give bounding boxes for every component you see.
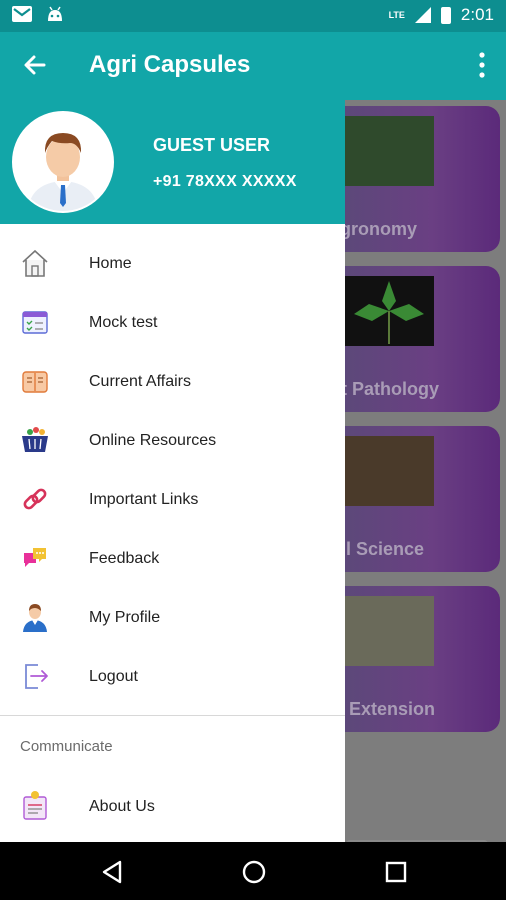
category-card[interactable]: nt Pathology — [330, 266, 500, 412]
online-resources-icon — [22, 427, 48, 452]
menu-item-label: Mock test — [89, 314, 158, 331]
back-arrow-icon[interactable] — [20, 50, 50, 80]
section-title-communicate: Communicate — [20, 738, 113, 755]
menu-item-label: Home — [89, 255, 132, 272]
avatar[interactable] — [12, 111, 114, 213]
soil-science-image — [344, 436, 434, 506]
about-us-icon — [23, 791, 47, 820]
category-label: gronomy — [340, 219, 418, 239]
menu-item-label: Logout — [89, 668, 138, 685]
menu-item-logout[interactable]: Logout — [0, 647, 345, 706]
navigation-drawer: GUEST USER +91 78XXX XXXXX Home Mock tes… — [0, 100, 345, 842]
menu-item-my-profile[interactable]: My Profile — [0, 588, 345, 647]
more-options-icon[interactable] — [478, 52, 486, 78]
menu-item-current-affairs[interactable]: Current Affairs — [0, 352, 345, 411]
menu-item-mock-test[interactable]: Mock test — [0, 293, 345, 352]
menu-item-label: Important Links — [89, 491, 199, 508]
app-bar: Agri Capsules — [0, 32, 506, 100]
menu-item-label: My Profile — [89, 609, 161, 626]
user-avatar-icon — [14, 113, 112, 211]
menu-item-label: About Us — [89, 798, 155, 815]
category-card[interactable]: oil Science — [330, 426, 500, 572]
divider — [0, 715, 345, 716]
menu-item-home[interactable]: Home — [0, 234, 345, 293]
status-bar: LTE 2:01 — [0, 0, 506, 32]
drawer-menu: Home Mock test Current Affairs Online Re… — [0, 234, 345, 706]
menu-item-label: Current Affairs — [89, 373, 191, 390]
gmail-icon — [12, 6, 32, 22]
category-label: nt Pathology — [330, 379, 439, 399]
mock-test-icon — [22, 311, 48, 334]
leaf-icon — [354, 281, 424, 344]
user-name: GUEST USER — [153, 135, 271, 155]
home-icon — [22, 249, 48, 277]
user-phone: +91 78XXX XXXXX — [153, 173, 297, 190]
extension-image — [344, 596, 434, 666]
app-title: Agri Capsules — [89, 51, 251, 78]
menu-item-feedback[interactable]: Feedback — [0, 529, 345, 588]
battery-icon — [440, 6, 451, 24]
logout-icon — [25, 664, 48, 689]
back-nav-icon[interactable] — [98, 858, 126, 886]
category-card[interactable]: l. Extension — [330, 586, 500, 732]
status-time: 2:01 — [460, 5, 494, 24]
home-nav-icon[interactable] — [240, 858, 268, 886]
link-icon — [23, 488, 47, 510]
profile-icon — [23, 604, 47, 632]
menu-item-about-us[interactable]: About Us — [0, 777, 345, 836]
signal-icon — [414, 7, 431, 23]
feedback-icon — [24, 548, 46, 567]
category-card[interactable]: gronomy — [330, 106, 500, 252]
category-label: l. Extension — [334, 699, 436, 719]
recents-nav-icon[interactable] — [382, 858, 410, 886]
network-type: LTE — [388, 10, 405, 20]
system-navigation-bar — [0, 842, 506, 900]
agronomy-image — [344, 116, 434, 186]
android-icon — [48, 6, 62, 21]
menu-item-online-resources[interactable]: Online Resources — [0, 411, 345, 470]
drawer-header: GUEST USER +91 78XXX XXXXX — [0, 100, 345, 224]
menu-item-label: Online Resources — [89, 432, 217, 449]
menu-item-label: Feedback — [89, 550, 160, 567]
plant-pathology-image — [344, 276, 434, 346]
menu-item-important-links[interactable]: Important Links — [0, 470, 345, 529]
current-affairs-icon — [22, 371, 48, 393]
